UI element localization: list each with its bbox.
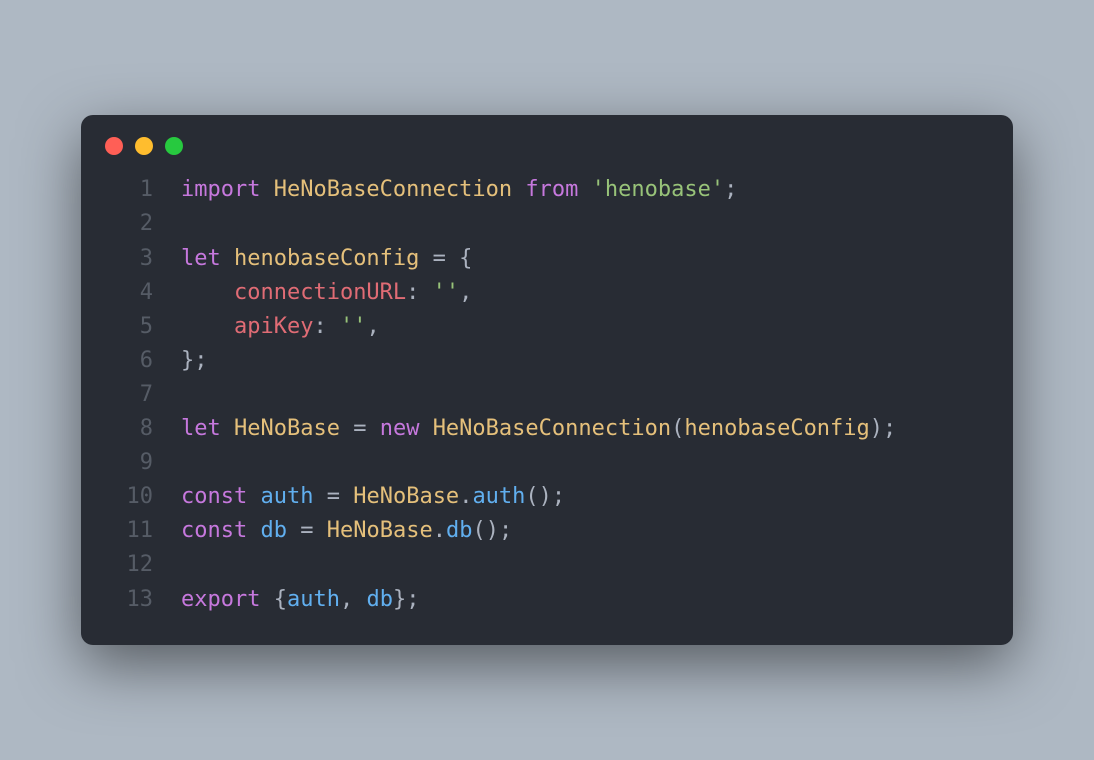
code-line[interactable]: 13 export {auth, db}; xyxy=(105,583,989,617)
code-line[interactable]: 11const db = HeNoBase.db(); xyxy=(105,514,989,548)
code-token xyxy=(181,280,234,305)
code-token: HeNoBaseConnection xyxy=(433,416,671,441)
code-token: = xyxy=(300,518,327,543)
line-number: 1 xyxy=(105,173,153,207)
line-number: 4 xyxy=(105,276,153,310)
line-content: const db = HeNoBase.db(); xyxy=(181,514,512,548)
code-token: , xyxy=(340,587,367,612)
code-token: auth xyxy=(472,484,525,509)
line-content: apiKey: '', xyxy=(181,310,380,344)
code-token: . xyxy=(433,518,446,543)
line-number: 3 xyxy=(105,242,153,276)
line-content xyxy=(181,378,194,412)
code-line[interactable]: 9 xyxy=(105,446,989,480)
line-content: const auth = HeNoBase.auth(); xyxy=(181,480,565,514)
code-token: let xyxy=(181,416,234,441)
line-number: 5 xyxy=(105,310,153,344)
code-line[interactable]: 3 let henobaseConfig = { xyxy=(105,242,989,276)
line-number: 10 xyxy=(105,480,153,514)
code-token: auth xyxy=(287,587,340,612)
line-number: 2 xyxy=(105,207,153,241)
close-icon[interactable] xyxy=(105,137,123,155)
code-token: '' xyxy=(433,280,460,305)
code-token: (); xyxy=(472,518,512,543)
line-number: 8 xyxy=(105,412,153,446)
code-token: const xyxy=(181,518,260,543)
line-number: 12 xyxy=(105,548,153,582)
code-token xyxy=(181,314,234,339)
code-token: { xyxy=(274,587,287,612)
code-line[interactable]: 10const auth = HeNoBase.auth(); xyxy=(105,480,989,514)
code-line[interactable]: 5 apiKey: '', xyxy=(105,310,989,344)
code-token: db xyxy=(446,518,473,543)
code-token: = xyxy=(353,416,380,441)
code-token: '' xyxy=(340,314,367,339)
line-content: let henobaseConfig = { xyxy=(181,242,472,276)
line-number: 6 xyxy=(105,344,153,378)
code-line[interactable]: 12 xyxy=(105,548,989,582)
code-token: auth xyxy=(260,484,326,509)
code-token: db xyxy=(260,518,300,543)
code-token: }; xyxy=(393,587,420,612)
code-token: , xyxy=(366,314,379,339)
code-token: ( xyxy=(671,416,684,441)
code-token: henobaseConfig xyxy=(234,246,433,271)
code-token: apiKey xyxy=(234,314,313,339)
line-content: export {auth, db}; xyxy=(181,583,419,617)
code-token: ); xyxy=(870,416,897,441)
code-token: . xyxy=(459,484,472,509)
code-token: (); xyxy=(525,484,565,509)
code-token: HeNoBase xyxy=(234,416,353,441)
maximize-icon[interactable] xyxy=(165,137,183,155)
line-content xyxy=(181,207,194,241)
line-content: import HeNoBaseConnection from 'henobase… xyxy=(181,173,737,207)
code-area[interactable]: 1 import HeNoBaseConnection from 'henobas… xyxy=(81,173,1013,616)
code-token: db xyxy=(366,587,393,612)
code-token: = xyxy=(327,484,354,509)
code-line[interactable]: 4 connectionURL: '', xyxy=(105,276,989,310)
line-content xyxy=(181,446,194,480)
line-number: 11 xyxy=(105,514,153,548)
window-titlebar xyxy=(81,115,1013,173)
code-token: from xyxy=(525,177,591,202)
line-number: 9 xyxy=(105,446,153,480)
code-token: : xyxy=(313,314,340,339)
line-content: connectionURL: '', xyxy=(181,276,472,310)
line-number: 13 xyxy=(105,583,153,617)
code-token: }; xyxy=(181,348,208,373)
minimize-icon[interactable] xyxy=(135,137,153,155)
code-token: , xyxy=(459,280,472,305)
line-content xyxy=(181,548,194,582)
line-content: }; xyxy=(181,344,208,378)
code-token: new xyxy=(380,416,433,441)
code-token: ; xyxy=(724,177,737,202)
code-line[interactable]: 8 let HeNoBase = new HeNoBaseConnection(h… xyxy=(105,412,989,446)
code-token: let xyxy=(181,246,234,271)
code-token: export xyxy=(181,587,274,612)
line-number: 7 xyxy=(105,378,153,412)
code-token: connectionURL xyxy=(234,280,406,305)
code-token: = { xyxy=(433,246,473,271)
code-token: : xyxy=(406,280,433,305)
code-line[interactable]: 6}; xyxy=(105,344,989,378)
code-token: 'henobase' xyxy=(592,177,724,202)
code-token: HeNoBase xyxy=(353,484,459,509)
code-token: HeNoBase xyxy=(327,518,433,543)
code-line[interactable]: 1 import HeNoBaseConnection from 'henobas… xyxy=(105,173,989,207)
editor-window: 1 import HeNoBaseConnection from 'henobas… xyxy=(81,115,1013,644)
code-line[interactable]: 7 xyxy=(105,378,989,412)
code-token: import xyxy=(181,177,274,202)
code-line[interactable]: 2 xyxy=(105,207,989,241)
line-content: let HeNoBase = new HeNoBaseConnection(he… xyxy=(181,412,896,446)
code-token: HeNoBaseConnection xyxy=(274,177,526,202)
code-token: henobaseConfig xyxy=(684,416,869,441)
code-token: const xyxy=(181,484,260,509)
